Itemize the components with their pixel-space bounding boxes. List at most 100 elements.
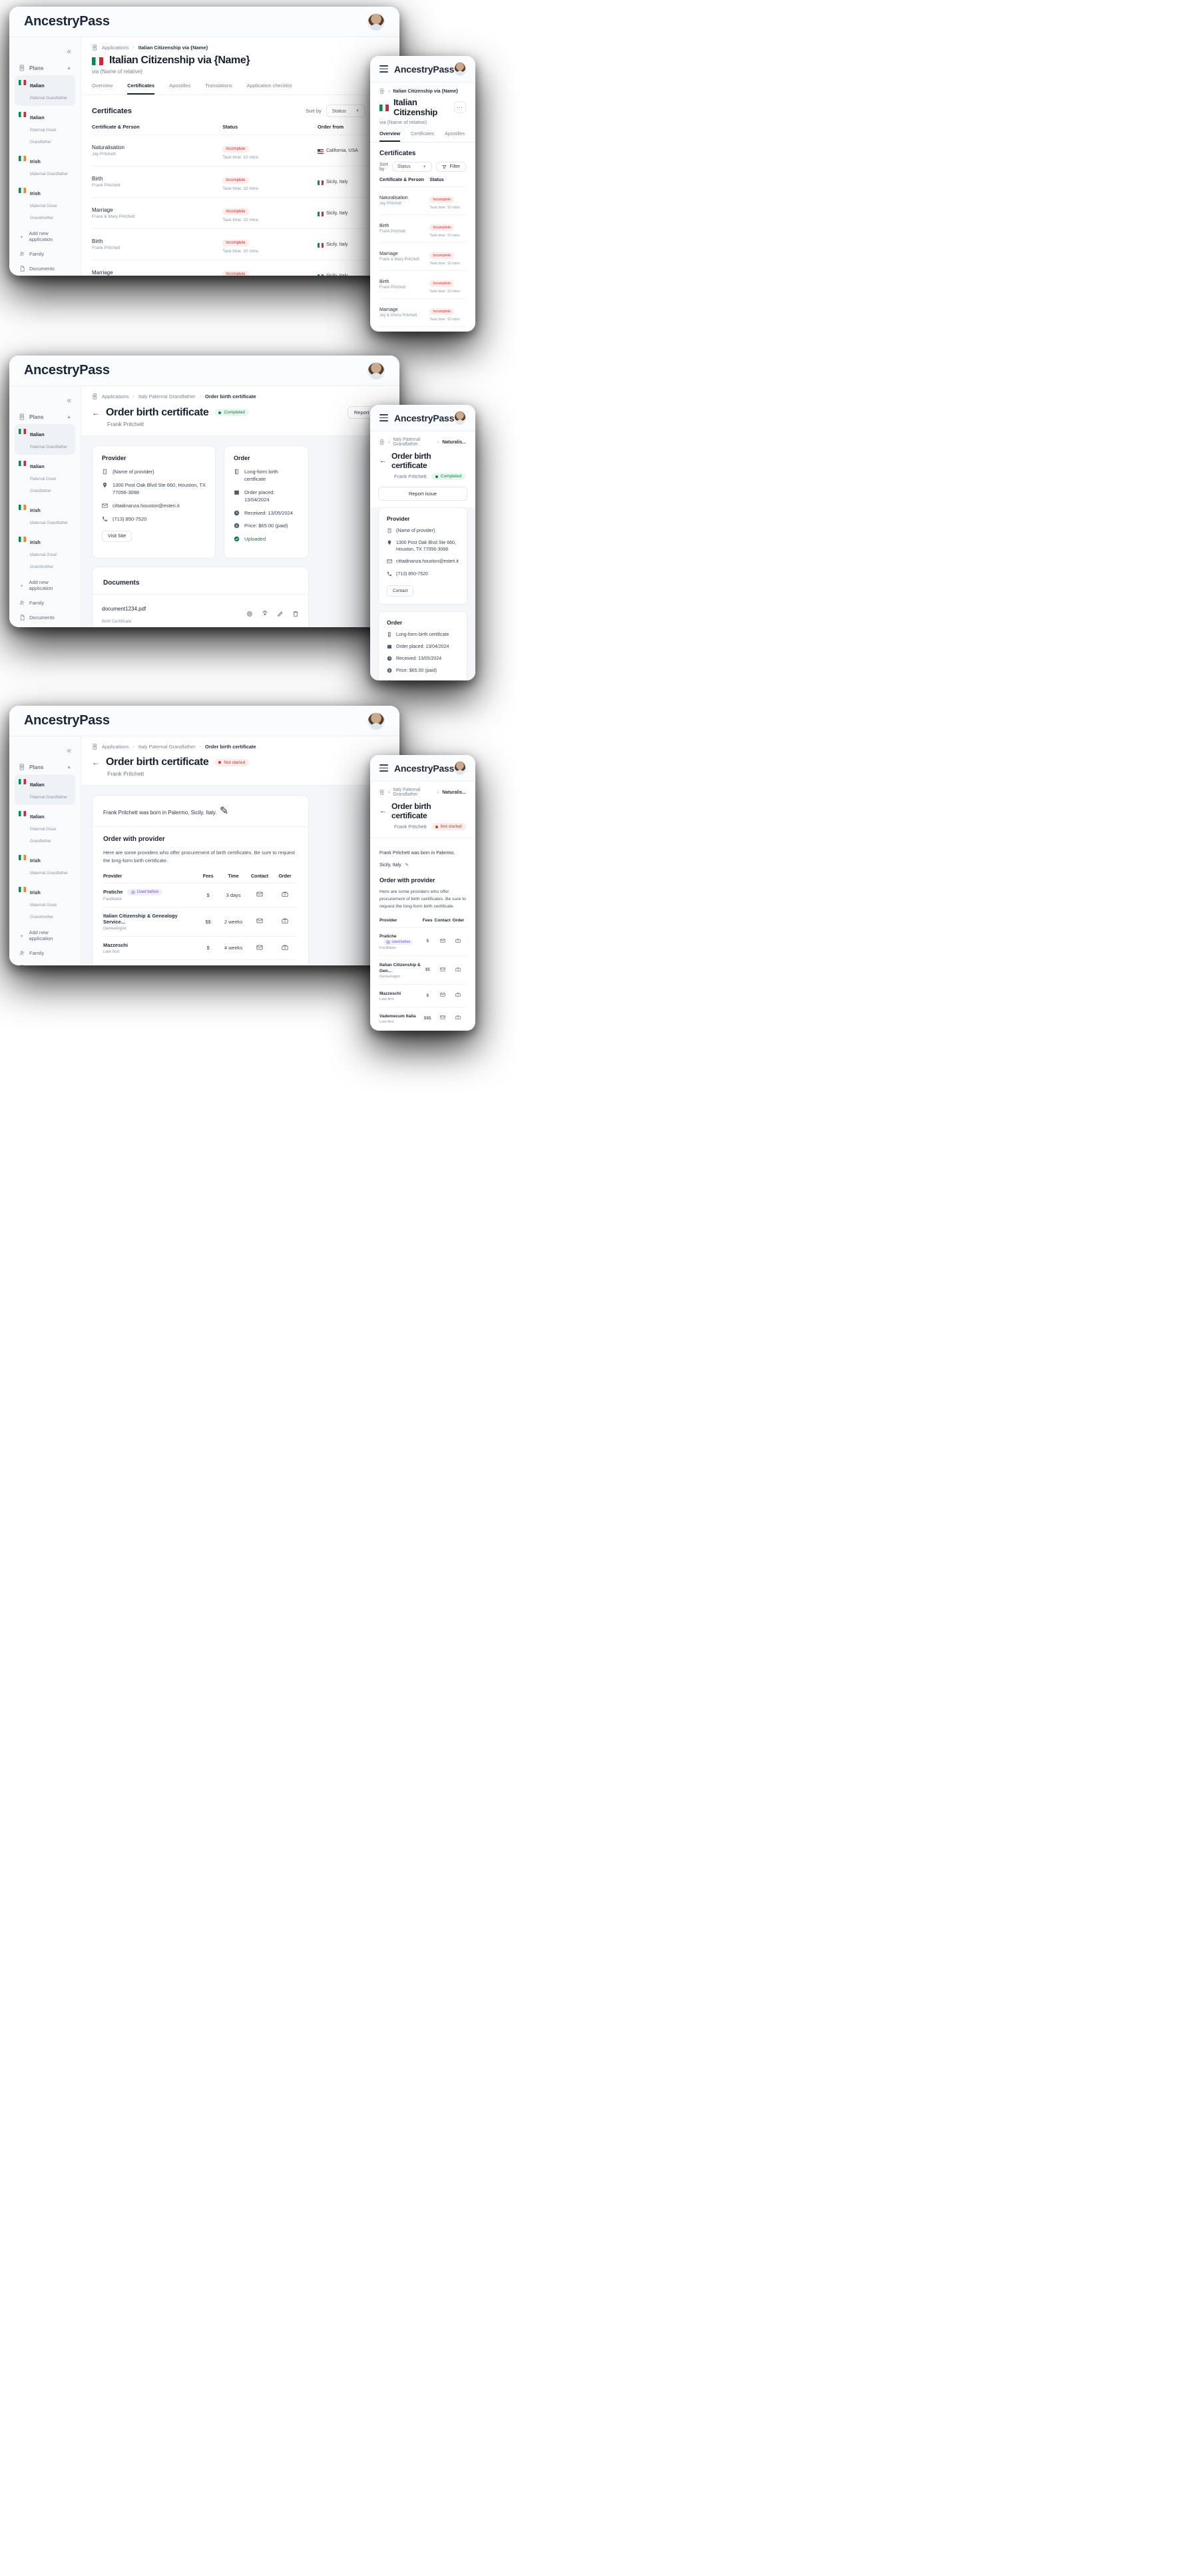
- mail-icon[interactable]: [256, 944, 263, 951]
- tab-overview[interactable]: Overview: [92, 83, 113, 95]
- briefcase-icon[interactable]: [455, 992, 461, 997]
- table-row[interactable]: Mazzeschi Law firm $: [379, 983, 466, 1007]
- report-issue-button[interactable]: Report issue: [378, 487, 467, 501]
- sidebar-item-family[interactable]: Family: [15, 945, 75, 960]
- table-row[interactable]: {Name of place to order ...Direct to gov…: [379, 1029, 466, 1031]
- table-row[interactable]: DeathJay PritchettIncompleteTask time: 1…: [379, 326, 466, 332]
- provider-email[interactable]: cittadinanza.houston@esteri.it: [396, 559, 459, 565]
- breadcrumb-mid[interactable]: Italy Paternal Grandfather: [138, 393, 196, 399]
- edit-square-icon[interactable]: ✎: [220, 806, 228, 817]
- briefcase-icon[interactable]: [282, 891, 288, 898]
- back-arrow-icon[interactable]: ←: [379, 807, 387, 815]
- mail-icon[interactable]: [439, 992, 445, 997]
- table-row[interactable]: Birth Frank Pritchett Incomplete Task time:…: [92, 166, 389, 198]
- tab-application-checklist[interactable]: Application checklist: [247, 83, 292, 95]
- contact-button[interactable]: Contact: [387, 585, 414, 597]
- view-icon[interactable]: [246, 611, 253, 617]
- table-row[interactable]: Italian Citizenship & Genealogy Service.…: [103, 906, 298, 937]
- avatar[interactable]: [367, 362, 385, 380]
- breadcrumb-mid[interactable]: Italy Paternal Grandfather: [393, 788, 434, 797]
- more-options-button[interactable]: ⋯: [453, 101, 466, 113]
- add-new-application-button[interactable]: + Add new application: [15, 925, 75, 945]
- sidebar-item-family[interactable]: Family: [15, 246, 75, 261]
- sidebar-item-orders[interactable]: Orders: [15, 625, 75, 627]
- breadcrumb-root[interactable]: Applications: [102, 744, 128, 750]
- sort-select[interactable]: Status ▼: [326, 105, 365, 117]
- breadcrumb-root[interactable]: Applications: [102, 393, 128, 399]
- sidebar-item-plan[interactable]: Italian Paternal Grandfather: [15, 75, 75, 106]
- sidebar-item-plan[interactable]: Italian Paternal Great Grandfather: [15, 456, 75, 499]
- table-row[interactable]: Pratiche Used before Facilitator $3 days: [103, 882, 298, 907]
- table-row[interactable]: Naturalisation Jay Pritchett Incomplete Tas…: [92, 134, 389, 166]
- breadcrumb-mid[interactable]: Italy Paternal Grandfather: [393, 437, 434, 447]
- sidebar-item-plan[interactable]: Italian Paternal Great Grandfather: [15, 107, 75, 150]
- briefcase-icon[interactable]: [455, 938, 461, 943]
- add-new-application-button[interactable]: + Add new application: [15, 575, 75, 595]
- table-row[interactable]: Marriage Frank & Mary Pritchett Incomplete…: [379, 242, 466, 271]
- sidebar-item-plan[interactable]: Irish Maternal Grandfather: [15, 850, 75, 881]
- download-icon[interactable]: [262, 611, 268, 617]
- back-arrow-icon[interactable]: ←: [379, 457, 387, 465]
- document-filename[interactable]: document1234.pdf: [102, 606, 146, 612]
- sidebar-section-plans[interactable]: Plans ▲: [15, 760, 75, 774]
- table-row[interactable]: Italian Citizenship & Gen... Genealogist $…: [379, 955, 466, 985]
- table-row[interactable]: Birth Frank Pritchett Incomplete Task time:…: [379, 214, 466, 243]
- provider-email[interactable]: cittadinanza.houston@esteri.it: [113, 503, 180, 510]
- table-row[interactable]: Birth Frank Pritchett Incomplete Task time:…: [379, 270, 466, 299]
- edit-square-icon[interactable]: ✎: [405, 863, 408, 868]
- add-new-application-button[interactable]: + Add new application: [15, 226, 75, 246]
- sidebar-item-plan[interactable]: Irish Maternal Grandfather: [15, 151, 75, 182]
- avatar[interactable]: [367, 712, 385, 730]
- sidebar-section-plans[interactable]: Plans ▲: [15, 61, 75, 75]
- delete-icon[interactable]: [292, 611, 299, 617]
- sidebar-item-documents[interactable]: Documents: [15, 610, 75, 625]
- sidebar-item-family[interactable]: Family: [15, 595, 75, 610]
- avatar[interactable]: [454, 411, 466, 425]
- hamburger-menu-icon[interactable]: [379, 65, 388, 73]
- sidebar-section-plans[interactable]: Plans ▲: [15, 410, 75, 423]
- avatar[interactable]: [454, 761, 466, 775]
- sidebar-item-plan[interactable]: Italian Paternal Grandfather: [15, 774, 75, 805]
- edit-icon[interactable]: [277, 611, 284, 617]
- mail-icon[interactable]: [439, 967, 445, 972]
- mail-icon[interactable]: [256, 917, 263, 924]
- breadcrumb-root[interactable]: Applications: [102, 45, 128, 51]
- tab-translations[interactable]: Translations: [205, 83, 232, 95]
- table-row[interactable]: Naturalisation Jay Pritchett Incomplete Tas…: [379, 186, 466, 215]
- hamburger-menu-icon[interactable]: [379, 414, 388, 421]
- tab-overview[interactable]: Overview: [379, 132, 401, 142]
- collapse-sidebar-icon[interactable]: «: [63, 743, 75, 760]
- visit-site-button[interactable]: Visit Site: [102, 531, 132, 543]
- briefcase-icon[interactable]: [455, 1015, 461, 1020]
- table-row[interactable]: Vademecum Italia Law firm $$$: [379, 1006, 466, 1030]
- sort-select[interactable]: Status ▼: [391, 162, 432, 172]
- mail-icon[interactable]: [439, 938, 445, 943]
- tab-certificates[interactable]: Certificates: [411, 132, 434, 142]
- mail-icon[interactable]: [256, 891, 263, 898]
- table-row[interactable]: Mazzeschi Law firm $4 weeks: [103, 935, 298, 960]
- briefcase-icon[interactable]: [282, 944, 288, 951]
- sidebar-item-documents[interactable]: Documents: [15, 960, 75, 965]
- mail-icon[interactable]: [439, 1015, 445, 1020]
- avatar[interactable]: [454, 62, 466, 76]
- table-row[interactable]: MarriageJay & Gloria PritchettIncomplete…: [92, 260, 389, 276]
- sidebar-item-plan[interactable]: Italian Paternal Grandfather: [15, 424, 75, 455]
- filter-button[interactable]: Filter: [435, 162, 467, 172]
- sidebar-item-plan[interactable]: Italian Paternal Great Grandfather: [15, 806, 75, 849]
- table-row[interactable]: Pratiche Used before Facilitator $: [379, 926, 466, 956]
- table-row[interactable]: Birth Frank Pritchett Incomplete Task time:…: [92, 228, 389, 260]
- breadcrumb-mid[interactable]: Italy Paternal Grandfather: [138, 744, 196, 750]
- tab-apostilles[interactable]: Apostilles: [445, 132, 465, 142]
- table-row[interactable]: MarriageJay & Gloria PritchettIncomplete…: [379, 298, 466, 327]
- table-row[interactable]: Vademecum ItaliaLaw firm$$$2 days: [103, 959, 298, 965]
- briefcase-icon[interactable]: [455, 967, 461, 972]
- back-arrow-icon[interactable]: ←: [92, 408, 100, 417]
- table-row[interactable]: Marriage Frank & Mary Pritchett Incomplete…: [92, 197, 389, 229]
- tab-certificates[interactable]: Certificates: [127, 83, 155, 95]
- avatar[interactable]: [367, 13, 385, 31]
- tab-apostilles[interactable]: Apostilles: [169, 83, 190, 95]
- sidebar-item-documents[interactable]: Documents: [15, 261, 75, 276]
- collapse-sidebar-icon[interactable]: «: [63, 44, 75, 61]
- sidebar-item-plan[interactable]: Irish Maternal Grandfather: [15, 500, 75, 531]
- sidebar-item-plan[interactable]: Irish Maternal Great Grandmother: [15, 183, 75, 226]
